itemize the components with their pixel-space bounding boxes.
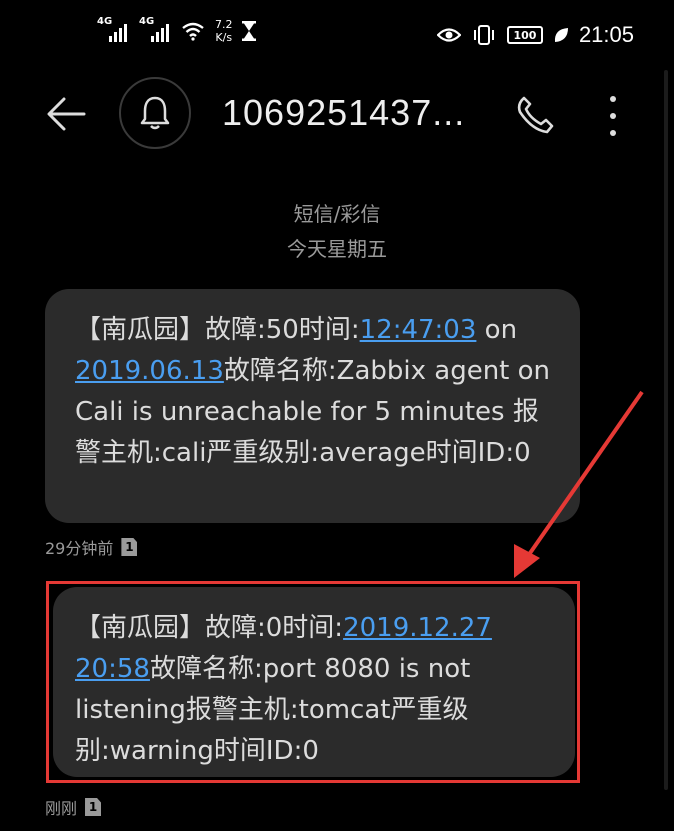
clock: 21:05 bbox=[578, 22, 634, 47]
speed-unit: K/s bbox=[215, 31, 233, 44]
scrollbar[interactable] bbox=[664, 70, 668, 790]
signal-icon: 4G bbox=[97, 16, 131, 44]
back-arrow-icon[interactable] bbox=[44, 92, 88, 136]
battery-level: 100 bbox=[513, 28, 537, 42]
status-right: 100 21:05 bbox=[436, 22, 634, 48]
app-bar: 1069251437... bbox=[0, 70, 674, 160]
message-timestamp-row: 刚刚 1 bbox=[45, 795, 102, 819]
message-text: on bbox=[476, 315, 518, 345]
phone-icon[interactable] bbox=[514, 94, 556, 136]
more-options-icon[interactable] bbox=[598, 96, 628, 136]
status-bar: 4G 4G 7.2 K/s 100 21:05 bbox=[0, 0, 674, 70]
network-speed: 7.2 K/s bbox=[215, 18, 233, 44]
sim-number: 1 bbox=[88, 800, 98, 814]
battery-icon: 100 bbox=[506, 26, 543, 44]
date-link[interactable]: 2019.06.13 bbox=[75, 356, 224, 386]
sim-card-icon: 1 bbox=[121, 538, 138, 556]
wifi-icon bbox=[182, 22, 204, 41]
message-bubble[interactable]: 【南瓜园】故障:50时间:12:47:03 on 2019.06.13故障名称:… bbox=[45, 289, 580, 523]
time-link[interactable]: 12:47:03 bbox=[360, 315, 477, 345]
bell-icon bbox=[140, 96, 170, 130]
message-timestamp: 刚刚 bbox=[45, 799, 78, 818]
message-text: 【南瓜园】故障:50时间: bbox=[75, 315, 360, 345]
leaf-icon bbox=[554, 28, 568, 42]
contact-number: 1069251437... bbox=[222, 92, 466, 133]
status-left: 4G 4G 7.2 K/s bbox=[97, 16, 257, 44]
contact-avatar[interactable] bbox=[119, 77, 191, 149]
annotation-box bbox=[46, 581, 580, 783]
vibrate-icon bbox=[473, 25, 494, 45]
hourglass-icon bbox=[241, 21, 256, 41]
message-channel-label: 短信/彩信 bbox=[293, 202, 381, 226]
sim-card-icon: 1 bbox=[85, 798, 102, 816]
speed-value: 7.2 bbox=[215, 18, 233, 31]
message-timestamp-row: 29分钟前 1 bbox=[45, 535, 138, 559]
date-divider: 今天星期五 bbox=[287, 237, 387, 261]
sim-number: 1 bbox=[125, 540, 134, 554]
message-timestamp: 29分钟前 bbox=[45, 539, 114, 558]
signal-icon: 4G bbox=[139, 16, 173, 44]
eye-icon bbox=[436, 28, 461, 42]
